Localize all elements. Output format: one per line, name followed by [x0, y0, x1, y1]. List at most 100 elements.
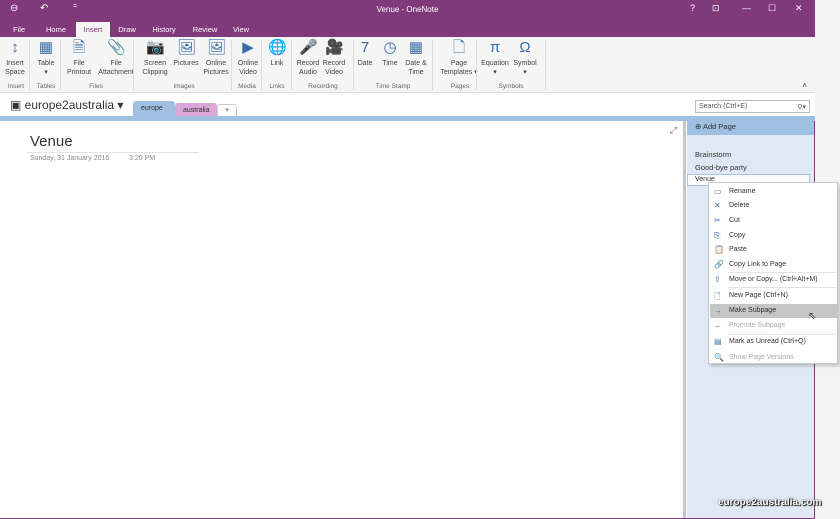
menu-item-make-subpage[interactable]: → Make Subpage: [710, 304, 838, 318]
ribbon-icon: 7: [360, 39, 370, 56]
menu-item-new-page[interactable]: 🗋 New Page (Ctrl+N): [710, 289, 838, 303]
ribbon-button-screen-clipping[interactable]: 📷 Screen Clipping: [140, 39, 170, 77]
ribbon-button-file-printout[interactable]: 🗎 File Printout: [66, 39, 92, 77]
ribbon-button-record-video[interactable]: 🎥 Record Video: [322, 39, 346, 77]
ribbon-button-link[interactable]: 🌐 Link: [266, 39, 288, 68]
menu-item-delete[interactable]: ✕ Delete: [710, 199, 838, 213]
ribbon-tabs: File Home Insert Draw History Review Vie…: [0, 20, 815, 37]
menu-item-icon: 🔍: [714, 353, 724, 362]
page-canvas[interactable]: Venue Sunday, 31 January 2016 3:20 PM ⤢: [3, 121, 686, 518]
menu-item-icon: ✂: [714, 216, 721, 225]
ribbon-icon: ▶: [242, 39, 254, 56]
tab-review[interactable]: Review: [188, 22, 222, 37]
menu-item-move-or-copy[interactable]: ⇪ Move or Copy... (Ctrl+Alt+M): [710, 273, 838, 287]
menu-item-icon: ▤: [714, 337, 722, 346]
menu-item-mark-as-unread[interactable]: ▤ Mark as Unread (Ctrl+Q): [710, 335, 838, 349]
add-page-button[interactable]: ⊕ Add Page: [687, 117, 814, 135]
menu-item-icon: ⎘: [714, 231, 721, 240]
menu-item-icon: ✕: [714, 201, 721, 210]
notebook-bar: ▣ europe2australia ▾: [0, 93, 815, 117]
ribbon-button-online-video[interactable]: ▶ Online Video: [234, 39, 262, 77]
group-separator: [231, 40, 232, 90]
ribbon-icon: 🌐: [268, 39, 287, 56]
search-input[interactable]: Search (Ctrl+E) ⚲▾: [695, 100, 810, 113]
ribbon-icon: 🗋: [452, 39, 466, 56]
menu-item-icon: 🔗: [714, 260, 724, 269]
menu-separator: [728, 272, 836, 273]
ribbon: ↕ Insert Space ▦ Table ▾ 🗎 File Printout 📎 File Att…: [0, 37, 815, 93]
group-separator: [353, 40, 354, 90]
collapse-ribbon-icon[interactable]: ˄: [802, 81, 807, 90]
search-icon[interactable]: ⚲▾: [797, 103, 806, 111]
ribbon-icon: 🖼: [177, 39, 197, 56]
help-button[interactable]: ?: [690, 3, 695, 13]
ribbon-group-label: Recording: [308, 83, 338, 90]
ribbon-button-pictures[interactable]: 🖼 Pictures: [172, 39, 200, 68]
group-separator: [60, 40, 61, 90]
maximize-button[interactable]: ☐: [768, 3, 776, 14]
page-time: 3:20 PM: [129, 155, 156, 162]
ribbon-group-label: Links: [269, 83, 285, 90]
ribbon-icon: Ω: [519, 39, 531, 56]
ribbon-group-label: Images: [173, 83, 195, 90]
section-tab-australia[interactable]: australia: [175, 103, 217, 117]
tab-file[interactable]: File: [6, 22, 32, 37]
minimize-button[interactable]: —: [742, 3, 751, 13]
ribbon-icon: π: [489, 39, 501, 56]
ribbon-button-equation[interactable]: π Equation ▾: [480, 39, 510, 77]
menu-item-paste[interactable]: 📋 Paste: [710, 243, 838, 257]
ribbon-button-date[interactable]: 7 Date: [354, 39, 376, 68]
menu-separator: [728, 287, 836, 288]
menu-item-rename[interactable]: ▭ Rename: [710, 185, 838, 199]
ribbon-button-online-pictures[interactable]: 🖼 Online Pictures: [202, 39, 230, 77]
page-title[interactable]: Venue: [30, 133, 73, 150]
menu-item-icon: 📋: [714, 245, 724, 254]
group-separator: [29, 40, 30, 90]
menu-item-icon: ▭: [714, 187, 722, 196]
menu-item-icon: ⇪: [714, 275, 721, 284]
menu-item-icon: ←: [714, 321, 722, 330]
ribbon-button-file-attachment[interactable]: 📎 File Attachment: [96, 39, 136, 77]
ribbon-group-label: Media: [238, 83, 256, 90]
notebook-dropdown[interactable]: ▣ europe2australia ▾: [10, 98, 123, 112]
ribbon-icon: ▦: [38, 39, 54, 56]
ribbon-button-time[interactable]: ◷ Time: [380, 39, 400, 68]
group-separator: [545, 40, 546, 90]
tab-insert[interactable]: Insert: [76, 22, 110, 37]
menu-item-copy-link-to-page[interactable]: 🔗 Copy Link to Page: [710, 258, 838, 272]
context-menu: ▭ Rename ✕ Delete ✂ Cut ⎘ Copy 📋 Paste 🔗 Copy Link …: [708, 182, 838, 364]
watermark: europe2australia.com: [718, 497, 822, 508]
ribbon-icon: 📷: [146, 39, 165, 56]
group-separator: [432, 40, 433, 90]
expand-icon[interactable]: ⤢: [670, 125, 677, 136]
ribbon-icon: ◷: [383, 39, 397, 56]
ribbon-button-symbol[interactable]: Ω Symbol ▾: [512, 39, 538, 77]
ribbon-display-icon[interactable]: ⊡: [712, 3, 720, 14]
ribbon-button-table[interactable]: ▦ Table ▾: [34, 39, 58, 77]
menu-item-promote-subpage[interactable]: ← Promote Subpage: [710, 319, 838, 333]
section-tab-europe[interactable]: europe: [133, 101, 175, 117]
onenote-window: ⊖ ↶ = Venue - OneNote ? ⊡ — ☐ ✕ File Hom…: [0, 0, 815, 519]
ribbon-icon: 🗎: [72, 39, 86, 56]
menu-item-copy[interactable]: ⎘ Copy: [710, 229, 838, 243]
page-item-brainstorm[interactable]: Brainstorm: [695, 150, 731, 159]
menu-item-cut[interactable]: ✂ Cut: [710, 214, 838, 228]
menu-separator: [728, 334, 836, 335]
ribbon-icon: ↕: [11, 39, 19, 56]
ribbon-button-page-templates[interactable]: 🗋 Page Templates ▾: [440, 39, 478, 77]
tab-history[interactable]: History: [146, 22, 182, 37]
ribbon-button-insert-space[interactable]: ↕ Insert Space: [4, 39, 26, 77]
menu-item-show-page-versions[interactable]: 🔍 Show Page Versions: [710, 351, 838, 365]
menu-item-icon: 🗋: [714, 292, 721, 301]
page-item-good-bye-party[interactable]: Good-bye party: [695, 163, 747, 172]
close-button[interactable]: ✕: [795, 3, 803, 14]
ribbon-group-label: Files: [89, 83, 103, 90]
page-date: Sunday, 31 January 2016: [30, 155, 110, 162]
group-separator: [133, 40, 134, 90]
ribbon-button-record-audio[interactable]: 🎤 Record Audio: [296, 39, 320, 77]
tab-view[interactable]: View: [228, 22, 254, 37]
tab-home[interactable]: Home: [40, 22, 72, 37]
tab-draw[interactable]: Draw: [112, 22, 142, 37]
ribbon-group-label: Insert: [7, 83, 25, 90]
ribbon-button-date-time[interactable]: ▦ Date & Time: [404, 39, 428, 77]
